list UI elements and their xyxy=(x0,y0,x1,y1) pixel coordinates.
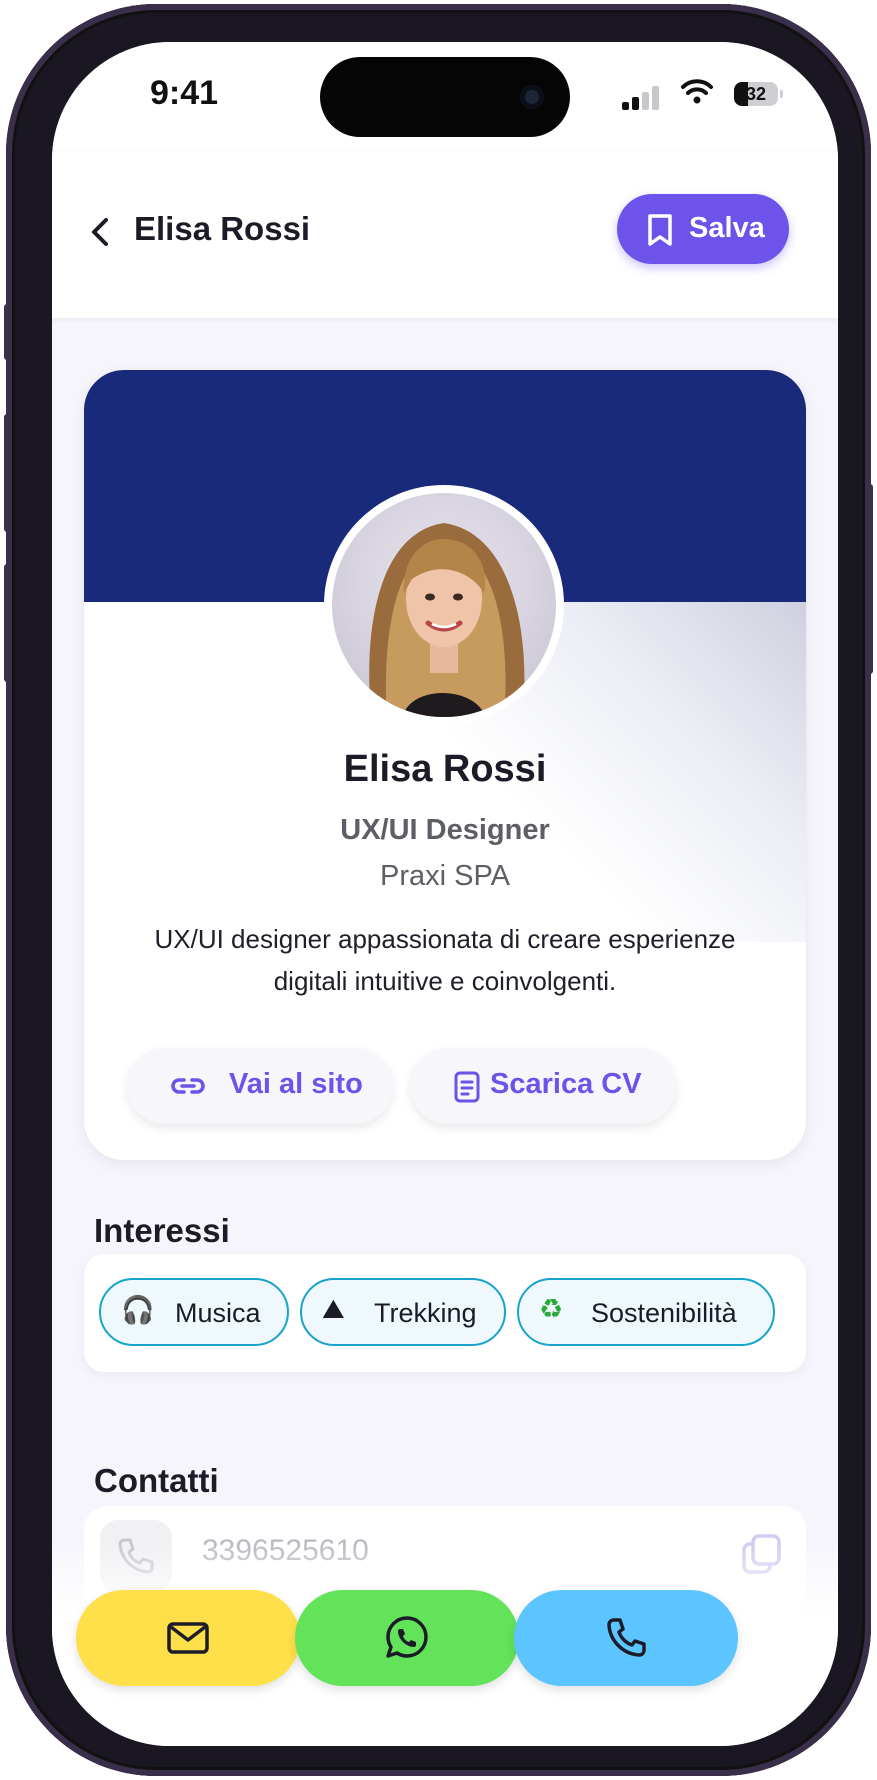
call-button[interactable] xyxy=(514,1590,738,1686)
volume-up-button xyxy=(4,414,10,532)
website-button-label: Vai al sito xyxy=(229,1068,363,1100)
camera-icon xyxy=(520,85,544,109)
profile-name: Elisa Rossi xyxy=(343,748,547,790)
status-bar: 9:41 32 xyxy=(52,42,838,152)
action-button xyxy=(4,304,10,360)
interest-label: Musica xyxy=(175,1298,261,1328)
download-cv-button[interactable]: Scarica CV xyxy=(410,1048,676,1124)
volume-down-button xyxy=(4,564,10,682)
website-button[interactable]: Vai al sito xyxy=(127,1048,393,1124)
interest-chip-trekking[interactable]: ⛰ Trekking xyxy=(300,1278,506,1346)
interest-chip-sustainability[interactable]: ♻ Sostenibilità xyxy=(517,1278,775,1346)
save-button[interactable]: Salva xyxy=(617,194,789,264)
profile-card: Elisa Rossi UX/UI Designer Praxi SPA UX/… xyxy=(84,370,806,1160)
interest-label: Sostenibilità xyxy=(591,1298,737,1328)
avatar xyxy=(332,493,556,717)
power-button xyxy=(867,484,873,674)
phone-frame: 9:41 32 Elisa Rossi Salva Elisa Rossi UX… xyxy=(4,4,873,1776)
profile-role: UX/UI Designer xyxy=(340,814,550,846)
document-icon xyxy=(454,1071,480,1103)
interest-chip-music[interactable]: 🎧 Musica xyxy=(99,1278,289,1346)
mountain-icon: ⛰ xyxy=(322,1294,345,1324)
dynamic-island xyxy=(320,57,570,137)
save-button-label: Salva xyxy=(689,212,765,244)
battery-icon: 32 xyxy=(734,82,783,106)
whatsapp-button[interactable] xyxy=(295,1590,519,1686)
interests-heading: Interessi xyxy=(94,1212,230,1249)
profile-company: Praxi SPA xyxy=(379,860,510,892)
status-time: 9:41 xyxy=(150,74,219,112)
contacts-heading: Contatti xyxy=(94,1462,219,1499)
page-title: Elisa Rossi xyxy=(134,210,311,247)
recycle-icon: ♻ xyxy=(539,1294,564,1324)
interests-card: 🎧 Musica ⛰ Trekking ♻ Sostenibilità xyxy=(84,1254,806,1372)
back-arrow-icon[interactable] xyxy=(82,212,122,252)
wifi-icon xyxy=(681,79,713,104)
email-button[interactable] xyxy=(76,1590,300,1686)
screen: 9:41 32 Elisa Rossi Salva Elisa Rossi UX… xyxy=(52,42,838,1746)
bookmark-icon xyxy=(648,214,672,246)
whatsapp-icon xyxy=(386,1616,428,1658)
app-bar: Elisa Rossi Salva xyxy=(52,152,838,318)
download-cv-button-label: Scarica CV xyxy=(490,1068,642,1100)
mail-icon xyxy=(167,1622,209,1654)
battery-level: 32 xyxy=(745,84,767,104)
phone-call-icon xyxy=(607,1618,646,1657)
interest-label: Trekking xyxy=(374,1298,477,1328)
profile-bio: UX/UI designer appassionata di creare es… xyxy=(154,924,736,996)
headphones-icon: 🎧 xyxy=(121,1295,155,1325)
link-icon xyxy=(171,1078,205,1094)
